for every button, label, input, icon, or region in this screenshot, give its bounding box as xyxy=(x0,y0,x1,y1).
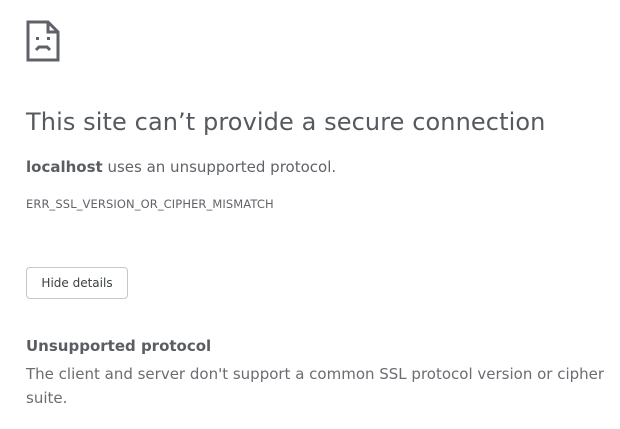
error-icon xyxy=(26,20,60,62)
error-summary: localhost uses an unsupported protocol. xyxy=(26,158,336,176)
error-code: ERR_SSL_VERSION_OR_CIPHER_MISMATCH xyxy=(26,197,274,211)
page-title: This site can’t provide a secure connect… xyxy=(26,108,546,136)
details-text: The client and server don't support a co… xyxy=(26,365,605,407)
details-title: Unsupported protocol xyxy=(26,337,212,355)
hide-details-button[interactable]: Hide details xyxy=(26,267,128,299)
summary-message: uses an unsupported protocol. xyxy=(102,158,337,176)
sad-page-icon xyxy=(26,20,60,62)
host-name: localhost xyxy=(26,158,103,176)
